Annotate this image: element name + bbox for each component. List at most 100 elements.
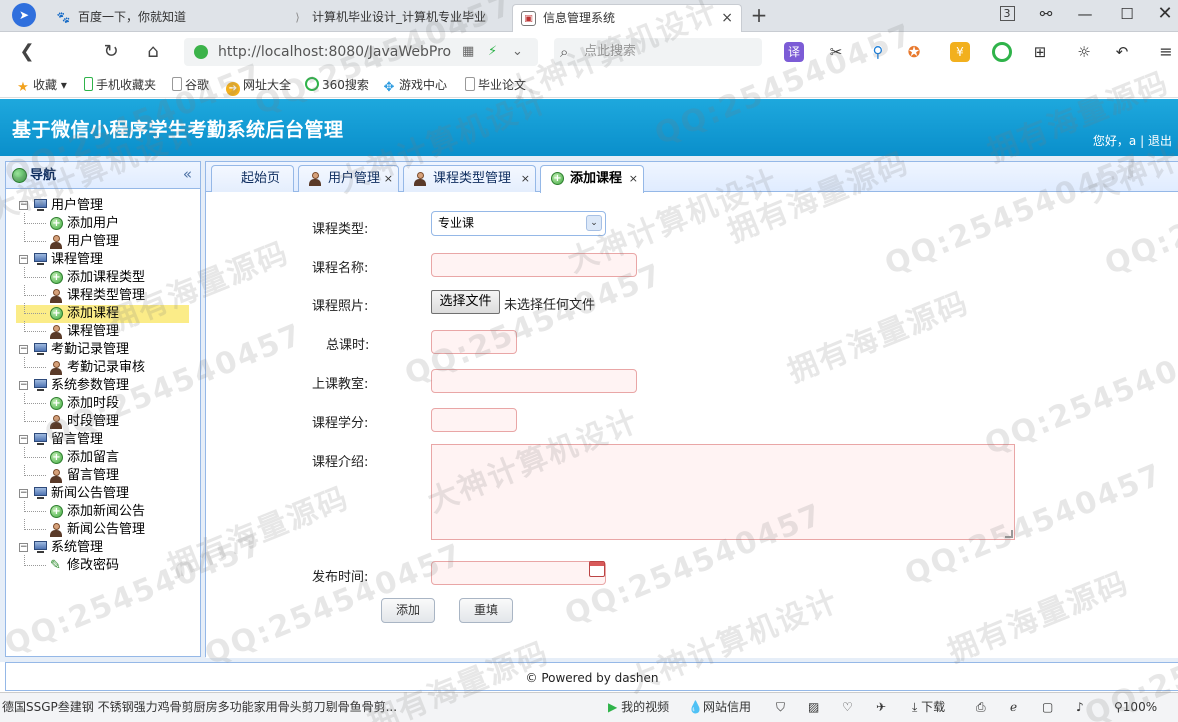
add-course-form: 课程类型: 专业课 ⌄ 课程名称: 课程照片: 选择文件 未选择任何文件 总课时… <box>206 193 1178 658</box>
tab-user-management[interactable]: 用户管理 × <box>298 165 399 192</box>
downloads[interactable]: ⤓ 下载 <box>912 693 945 721</box>
game-controller-icon[interactable]: ✪ <box>904 42 924 62</box>
nav-item[interactable]: 用户管理 <box>16 231 189 251</box>
search-box[interactable]: ⌕ 点此搜索 <box>554 38 762 66</box>
bookmark-thesis[interactable]: 毕业论文 <box>465 72 526 98</box>
undo-icon[interactable]: ↶ <box>1112 42 1132 62</box>
classroom-input[interactable] <box>431 369 637 393</box>
tab-count-badge[interactable]: 3 <box>999 6 1015 21</box>
shirt-icon[interactable]: ⚯ <box>1033 3 1059 25</box>
mute-icon[interactable]: ♪ <box>1076 693 1084 721</box>
computer-icon <box>34 433 47 446</box>
credits-input[interactable] <box>431 408 517 432</box>
reset-button[interactable]: 重填 <box>459 598 513 623</box>
bookmark-360[interactable]: 360搜索 <box>305 72 369 98</box>
reload-icon[interactable]: ↻ <box>98 40 124 64</box>
collapse-toggle-icon[interactable]: − <box>19 345 28 354</box>
collapse-toggle-icon[interactable]: − <box>19 543 28 552</box>
translate-icon[interactable]: 译 <box>784 42 804 62</box>
nav-item[interactable]: 留言管理 <box>16 465 189 485</box>
speed-icon[interactable]: ⚡ <box>488 38 497 66</box>
tab-add-course[interactable]: + 添加课程 × <box>540 165 644 193</box>
close-window-icon[interactable]: ✕ <box>1152 3 1178 25</box>
calendar-icon[interactable] <box>589 561 605 577</box>
address-bar[interactable]: http://localhost:8080/JavaWebPro ▦ ⚡ ⌄ <box>184 38 538 66</box>
browser-tab-project[interactable]: ⟩ 计算机毕业设计_计算机专业毕业 <box>282 4 510 32</box>
grid-icon[interactable]: ⊞ <box>1030 42 1050 62</box>
collapse-icon[interactable]: « <box>183 162 192 187</box>
image-icon[interactable]: ▨ <box>808 693 819 721</box>
tree-line <box>24 393 46 404</box>
qr-icon[interactable]: ▦ <box>462 38 474 66</box>
intro-textarea[interactable] <box>431 444 1015 540</box>
bookmark-favorites[interactable]: ★ 收藏 ▾ <box>16 72 67 98</box>
bookmark-google[interactable]: 谷歌 <box>172 72 209 98</box>
nav-item[interactable]: 新闻公告管理 <box>16 519 189 539</box>
nav-panel-title: 导航 <box>30 168 57 183</box>
content-tabs: 起始页 用户管理 × 课程类型管理 × + 添加课程 × <box>206 162 1178 193</box>
home-icon[interactable]: ⌂ <box>140 40 166 64</box>
new-tab-button[interactable]: + <box>748 2 770 28</box>
heart-icon[interactable]: ♡ <box>842 693 853 721</box>
nav-item[interactable]: 课程管理 <box>16 321 189 341</box>
zoom-icon[interactable]: ⚲ <box>868 42 888 62</box>
bookmark-nav[interactable]: ➔ 网址大全 <box>226 72 291 98</box>
bookmark-games[interactable]: ✥ 游戏中心 <box>382 72 447 98</box>
nav-group-label: 系统参数管理 <box>51 378 130 393</box>
scissors-icon[interactable]: ✂ <box>826 42 846 62</box>
close-tab-icon[interactable]: × <box>721 5 733 31</box>
site-credit[interactable]: 💧网站信用 <box>688 693 751 721</box>
add-button[interactable]: 添加 <box>381 598 435 623</box>
total-hours-input[interactable] <box>431 330 517 354</box>
my-videos[interactable]: ▶ 我的视频 <box>608 693 669 721</box>
close-icon[interactable]: × <box>384 166 393 192</box>
bookmark-mobile[interactable]: 手机收藏夹 <box>84 72 156 98</box>
collapse-toggle-icon[interactable]: − <box>19 435 28 444</box>
nav-item-label: 添加用户 <box>67 216 120 231</box>
choose-file-button[interactable]: 选择文件 <box>431 290 500 314</box>
browser-tab-active[interactable]: ▣ 信息管理系统 × <box>512 4 742 32</box>
collapse-toggle-icon[interactable]: − <box>19 489 28 498</box>
collapse-toggle-icon[interactable]: − <box>19 255 28 264</box>
status-ad-text[interactable]: 德国SSGP叁建钢 不锈钢强力鸡骨剪厨房多功能家用骨头剪刀剔骨鱼骨剪... <box>2 693 420 721</box>
tab-home[interactable]: 起始页 <box>211 165 294 192</box>
tree-line <box>24 357 46 368</box>
chevron-down-icon[interactable]: ⌄ <box>512 38 523 66</box>
close-icon[interactable]: × <box>629 166 638 192</box>
resize-grip-icon[interactable] <box>1005 530 1013 538</box>
url-text[interactable]: http://localhost:8080/JavaWebPro <box>218 38 451 66</box>
chevron-down-icon: ⌄ <box>586 215 602 231</box>
nav-item[interactable]: 考勤记录审核 <box>16 357 189 377</box>
nav-item[interactable]: 时段管理 <box>16 411 189 431</box>
printer-icon[interactable]: ⎙ <box>976 693 986 721</box>
brightness-icon[interactable]: ☼ <box>1074 42 1094 62</box>
publish-time-input[interactable] <box>431 561 606 585</box>
collapse-toggle-icon[interactable]: − <box>19 201 28 210</box>
course-name-input[interactable] <box>431 253 637 277</box>
plane-icon[interactable]: ✈ <box>876 693 886 721</box>
computer-icon <box>34 541 47 554</box>
minimize-icon[interactable]: — <box>1072 3 1098 25</box>
separator: | <box>1140 134 1145 148</box>
app-header: 基于微信小程序学生考勤系统后台管理 您好，a | 退出 <box>0 99 1178 156</box>
chat-icon[interactable] <box>992 42 1012 62</box>
menu-icon[interactable]: ≡ <box>1156 42 1176 62</box>
ie-icon[interactable]: ℯ <box>1010 693 1017 721</box>
back-icon[interactable]: ❮ <box>14 40 40 64</box>
tab-label: 计算机毕业设计_计算机专业毕业 <box>312 10 487 24</box>
course-type-select[interactable]: 专业课 ⌄ <box>431 211 606 236</box>
tab-label: 百度一下，你就知道 <box>78 10 187 24</box>
logout-link[interactable]: 退出 <box>1148 134 1172 148</box>
nav-item[interactable]: ✎ 修改密码 <box>16 555 189 575</box>
maximize-icon[interactable]: ☐ <box>1114 3 1140 25</box>
tab-course-type-management[interactable]: 课程类型管理 × <box>403 165 536 192</box>
shield-coin-icon[interactable]: ¥ <box>950 42 970 62</box>
computer-icon <box>34 379 47 392</box>
collapse-toggle-icon[interactable]: − <box>19 381 28 390</box>
browser-tab-baidu[interactable]: 🐾 百度一下，你就知道 <box>48 4 276 32</box>
window-icon[interactable]: ▢ <box>1042 693 1053 721</box>
close-icon[interactable]: × <box>521 166 530 192</box>
publish-time-label: 发布时间: <box>312 570 369 585</box>
zoom-level[interactable]: ⚲100% <box>1114 693 1157 721</box>
shield-icon[interactable]: ⛉ <box>776 693 785 721</box>
